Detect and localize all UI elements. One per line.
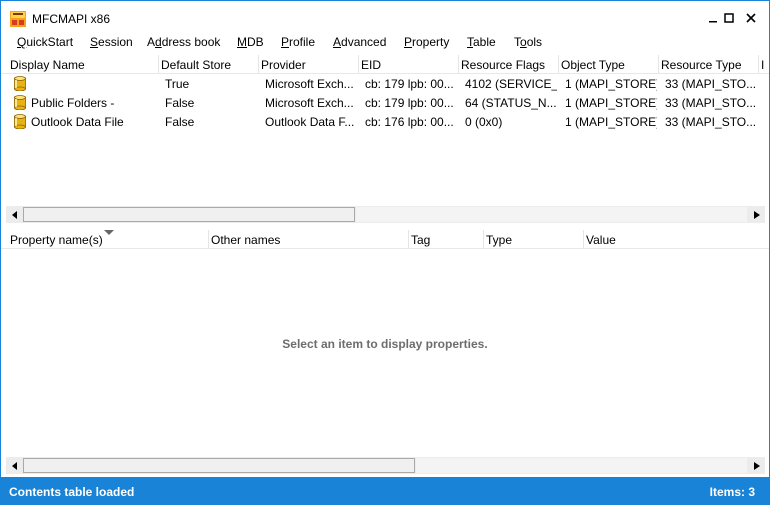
properties-horizontal-scrollbar[interactable]	[6, 457, 765, 474]
stores-horizontal-scrollbar[interactable]	[6, 206, 765, 223]
cell-resource-flags: 4102 (SERVICE_...	[465, 77, 557, 91]
database-icon	[14, 76, 26, 91]
menu-profile[interactable]: Profile	[281, 35, 315, 49]
cell-display-name	[31, 74, 156, 93]
cell-provider: Outlook Data F...	[265, 115, 355, 129]
menu-mdb[interactable]: MDB	[237, 35, 264, 49]
properties-placeholder: Select an item to display properties.	[282, 337, 488, 351]
table-row[interactable]: True Microsoft Exch... cb: 179 lpb: 00..…	[1, 74, 769, 93]
cell-eid: cb: 179 lpb: 00...	[365, 96, 454, 110]
scroll-left-button[interactable]	[6, 457, 23, 474]
scroll-right-button[interactable]	[748, 206, 765, 223]
arrow-right-icon	[753, 461, 760, 470]
stores-table-header: Display Name Default Store Provider EID …	[1, 55, 769, 74]
title-bar: MFCMAPI x86	[1, 1, 769, 31]
column-value[interactable]: Value	[584, 230, 769, 249]
column-resource-type[interactable]: Resource Type	[659, 55, 758, 74]
scroll-right-button[interactable]	[748, 457, 765, 474]
item-count: Items: 3	[709, 485, 755, 499]
arrow-right-icon	[753, 210, 760, 219]
cell-resource-type: 33 (MAPI_STO...	[665, 96, 757, 110]
database-icon	[14, 95, 26, 110]
cell-default-store: False	[165, 115, 195, 129]
close-icon	[746, 13, 756, 23]
menu-bar: QuickStart Session Address book MDB Prof…	[1, 33, 769, 53]
properties-table-header: Property name(s) Other names Tag Type Va…	[1, 230, 769, 249]
cell-eid: cb: 179 lpb: 00...	[365, 77, 454, 91]
cell-eid: cb: 176 lpb: 00...	[365, 115, 454, 129]
menu-tools[interactable]: Tools	[514, 35, 542, 49]
menu-advanced[interactable]: Advanced	[333, 35, 386, 49]
cell-provider: Microsoft Exch...	[265, 77, 354, 91]
column-eid[interactable]: EID	[359, 55, 458, 74]
close-button[interactable]	[739, 6, 763, 30]
status-bar: Contents table loaded Items: 3	[1, 477, 769, 505]
menu-session[interactable]: Session	[90, 35, 133, 49]
cell-display-name: Outlook Data File	[31, 115, 124, 129]
maximize-icon	[724, 13, 734, 23]
window-title: MFCMAPI x86	[32, 12, 111, 26]
app-logo-icon	[10, 11, 26, 27]
cell-resource-flags: 0 (0x0)	[465, 115, 503, 129]
menu-quickstart[interactable]: QuickStart	[17, 35, 73, 49]
cell-object-type: 1 (MAPI_STORE)	[565, 115, 657, 129]
cell-object-type: 1 (MAPI_STORE)	[565, 77, 657, 91]
arrow-left-icon	[11, 210, 17, 219]
column-object-type[interactable]: Object Type	[559, 55, 658, 74]
cell-resource-flags: 64 (STATUS_N...	[465, 96, 557, 110]
cell-resource-type: 33 (MAPI_STO...	[665, 115, 757, 129]
cell-default-store: True	[165, 77, 190, 91]
sort-down-icon	[104, 230, 114, 235]
menu-property[interactable]: Property	[404, 35, 449, 49]
column-tag[interactable]: Tag	[409, 230, 483, 249]
cell-default-store: False	[165, 96, 195, 110]
cell-object-type: 1 (MAPI_STORE)	[565, 96, 657, 110]
mfcmapi-window: MFCMAPI x86 QuickStart Session Address b…	[0, 0, 770, 505]
cell-provider: Microsoft Exch...	[265, 96, 354, 110]
column-other-names[interactable]: Other names	[209, 230, 408, 249]
column-type[interactable]: Type	[484, 230, 583, 249]
table-row[interactable]: Public Folders - False Microsoft Exch...…	[1, 93, 769, 112]
column-provider[interactable]: Provider	[259, 55, 358, 74]
status-message: Contents table loaded	[9, 485, 135, 499]
maximize-button[interactable]	[717, 6, 741, 30]
scroll-thumb[interactable]	[23, 458, 415, 473]
menu-address-book[interactable]: Address book	[147, 35, 220, 49]
cell-display-name: Public Folders -	[31, 96, 115, 110]
column-default-store[interactable]: Default Store	[159, 55, 258, 74]
scroll-left-button[interactable]	[6, 206, 23, 223]
column-resource-flags[interactable]: Resource Flags	[459, 55, 558, 74]
column-truncated[interactable]: I	[759, 55, 769, 74]
scroll-thumb[interactable]	[23, 207, 355, 222]
column-display-name[interactable]: Display Name	[1, 55, 158, 74]
cell-resource-type: 33 (MAPI_STO...	[665, 77, 757, 91]
table-row[interactable]: Outlook Data File False Outlook Data F..…	[1, 112, 769, 131]
menu-table[interactable]: Table	[467, 35, 496, 49]
arrow-left-icon	[11, 461, 17, 470]
database-icon	[14, 114, 26, 129]
